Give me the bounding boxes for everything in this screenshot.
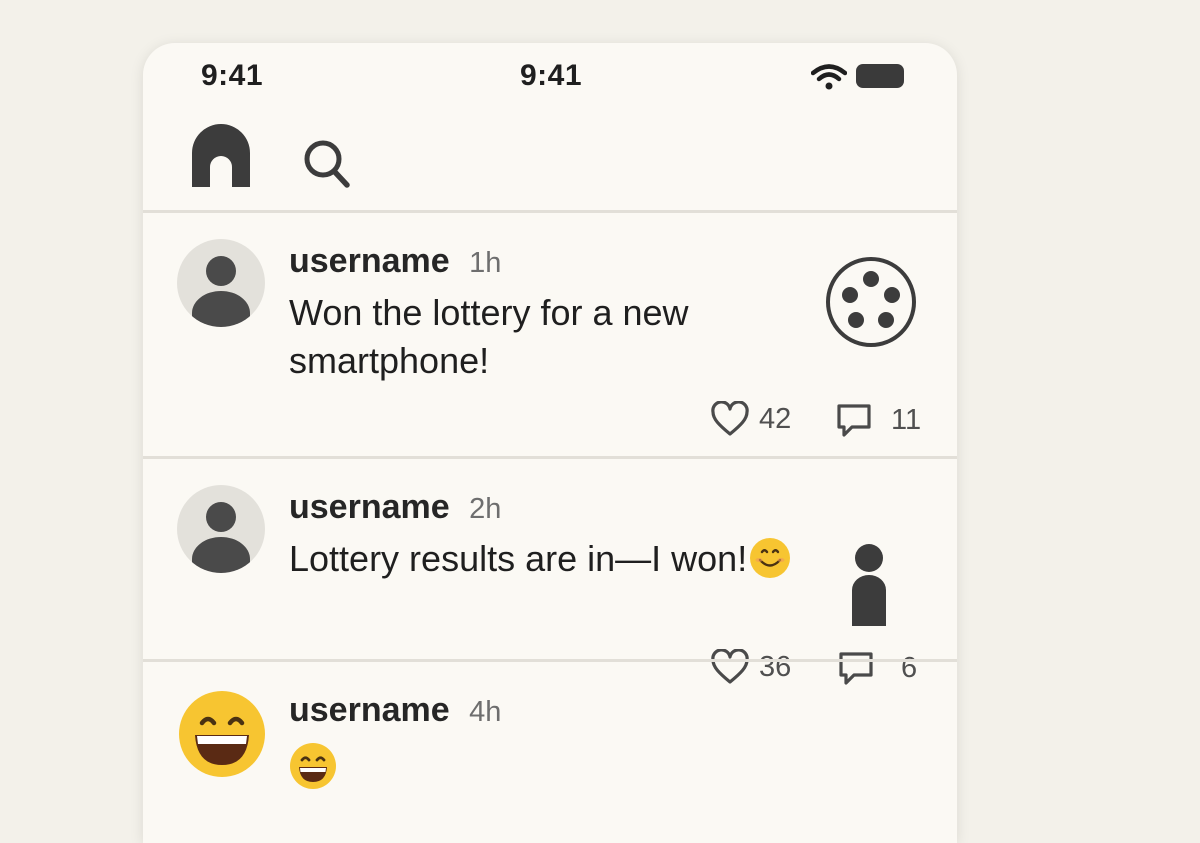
wifi-icon xyxy=(811,64,847,90)
like-count: 42 xyxy=(759,402,792,435)
person-avatar-icon xyxy=(192,256,250,327)
grinning-face-emoji xyxy=(290,743,336,789)
post-header: username 4h xyxy=(289,690,501,732)
avatar[interactable] xyxy=(177,239,265,327)
post-header: username 2h xyxy=(289,487,501,529)
username[interactable]: username xyxy=(289,242,450,280)
avatar[interactable] xyxy=(177,485,265,573)
status-time-left: 9:41 xyxy=(201,59,264,92)
post-item[interactable]: username 4h xyxy=(143,662,957,843)
post-item[interactable]: username 2h Lottery results are in—I won… xyxy=(143,459,957,685)
comment-icon xyxy=(837,404,871,437)
post-text: Won the lottery for a new smartphone! xyxy=(289,292,689,381)
username[interactable]: username xyxy=(289,488,450,526)
post-text-content: Lottery results are in—I won! xyxy=(289,538,748,579)
status-time-center: 9:41 xyxy=(520,59,583,92)
like-button[interactable]: 42 xyxy=(711,401,791,437)
grinning-face-emoji[interactable] xyxy=(177,689,267,779)
nav-bar xyxy=(143,115,957,211)
lottery-ball-icon[interactable] xyxy=(824,255,918,349)
post-time: 2h xyxy=(469,493,502,525)
battery-icon xyxy=(856,64,904,88)
username[interactable]: username xyxy=(289,691,450,729)
post-header: username 1h xyxy=(289,241,501,283)
post-item[interactable]: username 1h Won the lottery for a new sm… xyxy=(143,213,957,458)
smiling-face-emoji xyxy=(750,538,791,578)
status-bar: 9:41 9:41 xyxy=(143,43,957,113)
person-avatar-icon xyxy=(192,502,250,573)
phone-screen: 9:41 9:41 username 1h Won the lottery fo… xyxy=(143,43,957,843)
comment-count: 11 xyxy=(891,403,922,436)
post-time: 1h xyxy=(469,247,502,279)
search-icon[interactable] xyxy=(303,139,351,189)
home-icon[interactable] xyxy=(190,123,252,189)
post-text: Lottery results are in—I won! xyxy=(289,535,849,583)
comment-button[interactable]: 11 xyxy=(835,401,921,439)
post-time: 4h xyxy=(469,696,502,728)
heart-icon xyxy=(711,401,749,436)
person-icon[interactable] xyxy=(849,542,889,626)
